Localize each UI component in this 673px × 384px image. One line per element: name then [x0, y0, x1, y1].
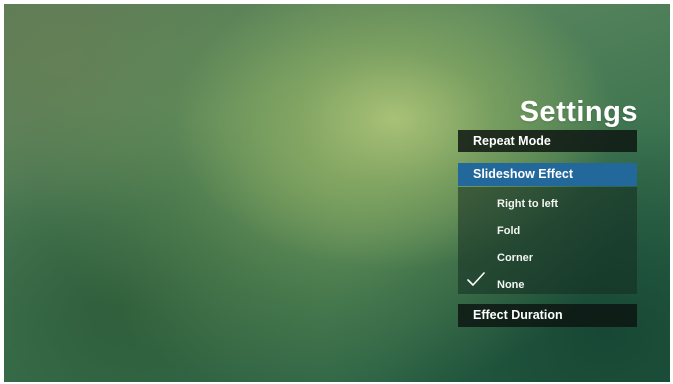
option-fold[interactable]: Fold [497, 225, 520, 237]
option-right-to-left[interactable]: Right to left [497, 198, 558, 210]
slideshow-settings-screen: Settings Repeat Mode Slideshow Effect Ri… [4, 4, 670, 382]
effect-duration-item[interactable]: Effect Duration [458, 304, 637, 327]
page-title: Settings [519, 96, 638, 128]
slideshow-effect-options: Right to left Fold Corner None [458, 187, 637, 294]
slideshow-effect-item[interactable]: Slideshow Effect [458, 163, 637, 186]
option-corner[interactable]: Corner [497, 252, 533, 264]
checkmark-icon [467, 272, 485, 286]
option-none[interactable]: None [497, 279, 525, 291]
repeat-mode-item[interactable]: Repeat Mode [458, 130, 637, 152]
